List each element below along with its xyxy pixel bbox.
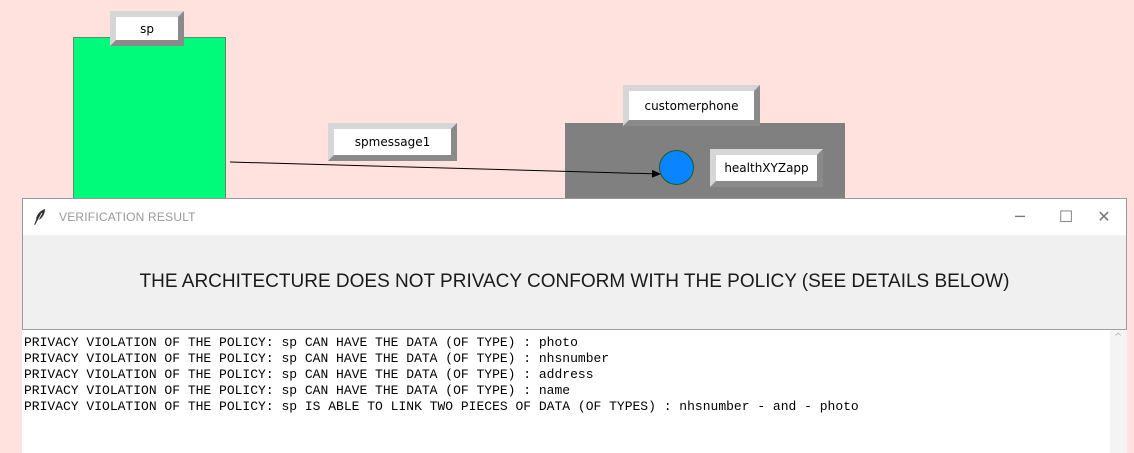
dialog-titlebar[interactable]: VERIFICATION RESULT ─ ☐ ✕ [23, 199, 1126, 235]
spmessage1-label: spmessage1 [328, 123, 457, 161]
violations-list: PRIVACY VIOLATION OF THE POLICY: sp CAN … [22, 335, 859, 415]
violation-line: PRIVACY VIOLATION OF THE POLICY: sp CAN … [24, 351, 610, 366]
feather-icon [33, 208, 47, 226]
violations-textbox[interactable]: PRIVACY VIOLATION OF THE POLICY: sp CAN … [22, 329, 1127, 453]
scroll-up-arrow-icon[interactable]: ^ [1114, 333, 1124, 343]
healthxyzapp-label: healthXYZapp [710, 149, 823, 187]
violation-line: PRIVACY VIOLATION OF THE POLICY: sp CAN … [24, 383, 571, 398]
message-arrow [229, 161, 661, 178]
violation-line: PRIVACY VIOLATION OF THE POLICY: sp CAN … [24, 367, 594, 382]
violation-line: PRIVACY VIOLATION OF THE POLICY: sp CAN … [24, 335, 578, 350]
vertical-scrollbar[interactable]: ^ [1110, 330, 1127, 453]
result-heading: THE ARCHITECTURE DOES NOT PRIVACY CONFOR… [139, 271, 1010, 292]
verification-result-dialog: VERIFICATION RESULT ─ ☐ ✕ THE ARCHITECTU… [22, 198, 1127, 453]
minimize-button[interactable]: ─ [997, 199, 1043, 233]
healthxyzapp-node[interactable] [659, 150, 694, 185]
dialog-title: VERIFICATION RESULT [59, 210, 196, 224]
maximize-icon: ☐ [1058, 206, 1074, 226]
close-icon: ✕ [1097, 206, 1111, 226]
close-button[interactable]: ✕ [1081, 199, 1127, 233]
violation-line: PRIVACY VIOLATION OF THE POLICY: sp IS A… [24, 399, 859, 414]
minimize-icon: ─ [1015, 206, 1025, 226]
